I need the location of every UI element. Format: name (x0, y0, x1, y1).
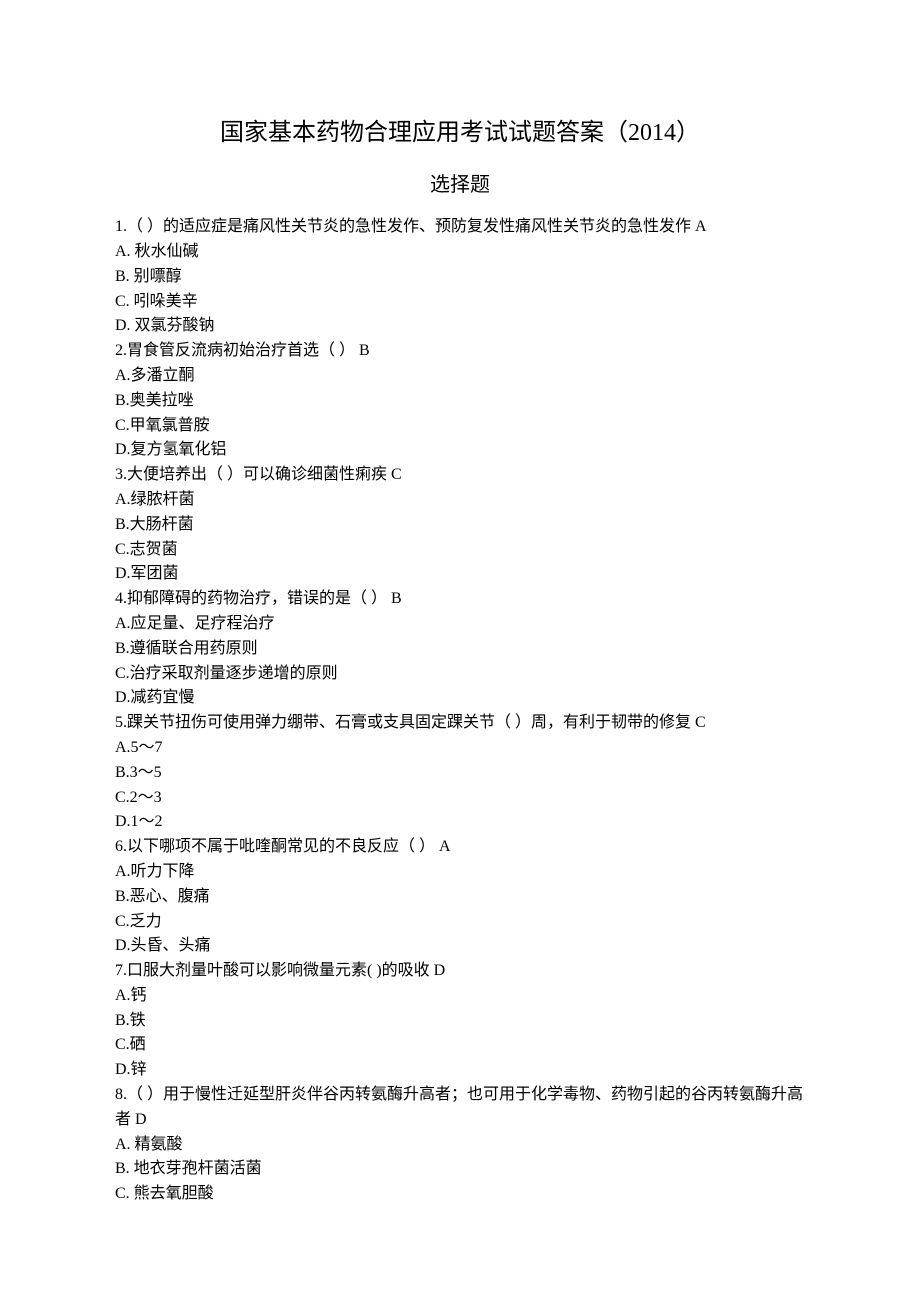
question-stem: 7.口服大剂量叶酸可以影响微量元素( )的吸收 D (115, 959, 805, 984)
question-option: C. 熊去氧胆酸 (115, 1182, 805, 1207)
question-stem: 5.踝关节扭伤可使用弹力绷带、石膏或支具固定踝关节（ ）周，有利于韧带的修复 C (115, 711, 805, 736)
question-option: A.钙 (115, 984, 805, 1009)
question-option: A.5～7 (115, 736, 805, 761)
section-heading: 选择题 (115, 170, 805, 201)
question-block: 3.大便培养出（ ）可以确诊细菌性痢疾 C A.绿脓杆菌 B.大肠杆菌 C.志贺… (115, 463, 805, 587)
question-option: A.听力下降 (115, 860, 805, 885)
question-option: D.军团菌 (115, 562, 805, 587)
question-block: 8.（ ）用于慢性迁延型肝炎伴谷丙转氨酶升高者；也可用于化学毒物、药物引起的谷丙… (115, 1083, 805, 1207)
question-block: 1.（ ）的适应症是痛风性关节炎的急性发作、预防复发性痛风性关节炎的急性发作 A… (115, 215, 805, 339)
question-option: C.乏力 (115, 910, 805, 935)
question-option: A.绿脓杆菌 (115, 488, 805, 513)
question-option: D.头昏、头痛 (115, 934, 805, 959)
document-title: 国家基本药物合理应用考试试题答案（2014） (115, 115, 805, 152)
question-option: A.应足量、足疗程治疗 (115, 612, 805, 637)
question-option: B.铁 (115, 1009, 805, 1034)
question-option: A. 精氨酸 (115, 1133, 805, 1158)
question-option: C. 吲哚美辛 (115, 290, 805, 315)
question-option: B. 别嘌醇 (115, 265, 805, 290)
question-stem: 1.（ ）的适应症是痛风性关节炎的急性发作、预防复发性痛风性关节炎的急性发作 A (115, 215, 805, 240)
question-stem: 8.（ ）用于慢性迁延型肝炎伴谷丙转氨酶升高者；也可用于化学毒物、药物引起的谷丙… (115, 1083, 805, 1133)
question-option: A.多潘立酮 (115, 364, 805, 389)
question-option: B. 地衣芽孢杆菌活菌 (115, 1157, 805, 1182)
question-block: 7.口服大剂量叶酸可以影响微量元素( )的吸收 D A.钙 B.铁 C.硒 D.… (115, 959, 805, 1083)
question-option: B.遵循联合用药原则 (115, 637, 805, 662)
question-option: C.硒 (115, 1033, 805, 1058)
question-stem: 3.大便培养出（ ）可以确诊细菌性痢疾 C (115, 463, 805, 488)
question-option: A. 秋水仙碱 (115, 240, 805, 265)
question-option: D. 双氯芬酸钠 (115, 314, 805, 339)
question-option: D.1～2 (115, 810, 805, 835)
question-option: B.恶心、腹痛 (115, 885, 805, 910)
question-block: 4.抑郁障碍的药物治疗，错误的是（ ） B A.应足量、足疗程治疗 B.遵循联合… (115, 587, 805, 711)
question-option: B.奥美拉唑 (115, 389, 805, 414)
question-option: C.2～3 (115, 786, 805, 811)
question-option: C.治疗采取剂量逐步递增的原则 (115, 662, 805, 687)
question-block: 6.以下哪项不属于吡喹酮常见的不良反应（ ） A A.听力下降 B.恶心、腹痛 … (115, 835, 805, 959)
question-stem: 6.以下哪项不属于吡喹酮常见的不良反应（ ） A (115, 835, 805, 860)
question-option: D.减药宜慢 (115, 686, 805, 711)
document-page: 国家基本药物合理应用考试试题答案（2014） 选择题 1.（ ）的适应症是痛风性… (0, 0, 920, 1302)
question-option: B.大肠杆菌 (115, 513, 805, 538)
question-option: D.锌 (115, 1058, 805, 1083)
question-stem: 4.抑郁障碍的药物治疗，错误的是（ ） B (115, 587, 805, 612)
question-option: C.志贺菌 (115, 538, 805, 563)
question-block: 2.胃食管反流病初始治疗首选（ ） B A.多潘立酮 B.奥美拉唑 C.甲氧氯普… (115, 339, 805, 463)
question-option: B.3～5 (115, 761, 805, 786)
question-option: D.复方氢氧化铝 (115, 438, 805, 463)
question-stem: 2.胃食管反流病初始治疗首选（ ） B (115, 339, 805, 364)
question-option: C.甲氧氯普胺 (115, 414, 805, 439)
question-block: 5.踝关节扭伤可使用弹力绷带、石膏或支具固定踝关节（ ）周，有利于韧带的修复 C… (115, 711, 805, 835)
